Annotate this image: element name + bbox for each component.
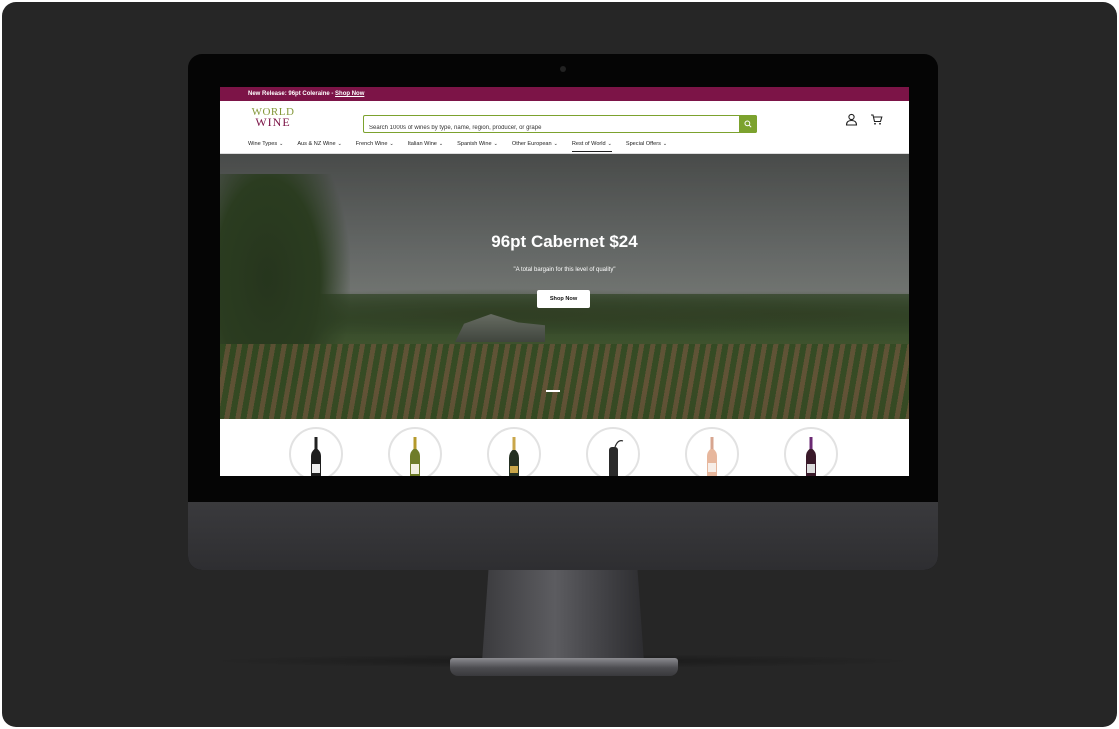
chevron-down-icon: ⌄ xyxy=(607,140,612,147)
category-rose-wine[interactable] xyxy=(685,427,739,476)
search-bar xyxy=(363,115,757,136)
monitor-stand-base xyxy=(450,658,678,676)
monitor-chin xyxy=(188,502,938,570)
camera-icon xyxy=(560,66,566,72)
white-wine-bottle-icon xyxy=(410,437,420,476)
category-red-wine[interactable] xyxy=(289,427,343,476)
header-actions xyxy=(845,113,883,126)
cart-icon[interactable] xyxy=(870,113,883,126)
nav-label: Italian Wine xyxy=(407,140,437,147)
nav-item-wine-types[interactable]: Wine Types ⌄ xyxy=(248,141,283,148)
nav-label: Special Offers xyxy=(625,140,661,147)
chevron-down-icon: ⌄ xyxy=(389,140,394,147)
account-icon[interactable] xyxy=(845,113,858,126)
announcement-text: New Release: 96pt Coleraine - xyxy=(248,91,336,97)
chevron-down-icon: ⌄ xyxy=(493,140,498,147)
nav-label: Rest of World xyxy=(571,140,606,147)
nav-item-italian-wine[interactable]: Italian Wine ⌄ xyxy=(408,141,443,148)
nav-label: Other European xyxy=(511,140,552,147)
chevron-down-icon: ⌄ xyxy=(438,140,444,147)
fortified-wine-bottle-icon xyxy=(806,437,816,476)
nav-label: French Wine xyxy=(355,140,388,147)
site-logo[interactable]: WORLD WINE xyxy=(248,107,298,129)
site-header: WORLD WINE xyxy=(220,101,909,136)
nav-label: Spanish Wine xyxy=(457,140,492,147)
presentation-background: New Release: 96pt Coleraine - Shop Now W… xyxy=(2,2,1117,727)
search-input[interactable] xyxy=(364,120,754,136)
chevron-down-icon: ⌄ xyxy=(553,140,558,147)
main-nav: Wine Types ⌄ Aus & NZ Wine ⌄ French Wine ⌄ … xyxy=(220,135,909,154)
category-accessories[interactable] xyxy=(586,427,640,476)
hero-shop-now-button[interactable]: Shop Now xyxy=(537,290,590,308)
nav-item-other-european[interactable]: Other European ⌄ xyxy=(512,141,558,148)
sparkling-wine-bottle-icon xyxy=(509,437,519,476)
rose-wine-bottle-icon xyxy=(707,437,717,476)
hero-title: 96pt Cabernet $24 xyxy=(491,232,638,251)
nav-item-aus-nz-wine[interactable]: Aus & NZ Wine ⌄ xyxy=(297,141,341,148)
category-sparkling-wine[interactable] xyxy=(487,427,541,476)
nav-item-rest-of-world[interactable]: Rest of World ⌄ xyxy=(571,140,612,152)
chevron-down-icon: ⌄ xyxy=(279,140,284,147)
slide-indicator[interactable] xyxy=(546,390,560,392)
nav-item-spanish-wine[interactable]: Spanish Wine ⌄ xyxy=(457,141,498,148)
search-icon xyxy=(744,120,752,128)
website-screen: New Release: 96pt Coleraine - Shop Now W… xyxy=(220,87,909,476)
chevron-down-icon: ⌄ xyxy=(662,140,668,147)
red-wine-bottle-icon xyxy=(311,437,321,476)
category-white-wine[interactable] xyxy=(388,427,442,476)
category-fortified-wine[interactable] xyxy=(784,427,838,476)
category-strip xyxy=(220,419,909,476)
search-button[interactable] xyxy=(739,115,757,133)
hero-overlay xyxy=(220,154,909,419)
nav-item-french-wine[interactable]: French Wine ⌄ xyxy=(356,141,394,148)
wine-accessory-icon xyxy=(609,440,624,476)
announcement-bar: New Release: 96pt Coleraine - Shop Now xyxy=(220,87,909,101)
logo-line-2: WINE xyxy=(255,115,291,129)
nav-item-special-offers[interactable]: Special Offers ⌄ xyxy=(626,141,667,148)
monitor: New Release: 96pt Coleraine - Shop Now W… xyxy=(188,54,938,570)
hero-banner: 96pt Cabernet $24 "A total bargain for t… xyxy=(220,154,909,419)
announcement-link[interactable]: Shop Now xyxy=(335,91,364,97)
monitor-stand xyxy=(482,570,644,662)
hero-subtitle: "A total bargain for this level of quali… xyxy=(513,267,616,273)
nav-label: Wine Types xyxy=(248,140,278,147)
nav-label: Aus & NZ Wine xyxy=(297,140,336,147)
chevron-down-icon: ⌄ xyxy=(337,140,342,147)
